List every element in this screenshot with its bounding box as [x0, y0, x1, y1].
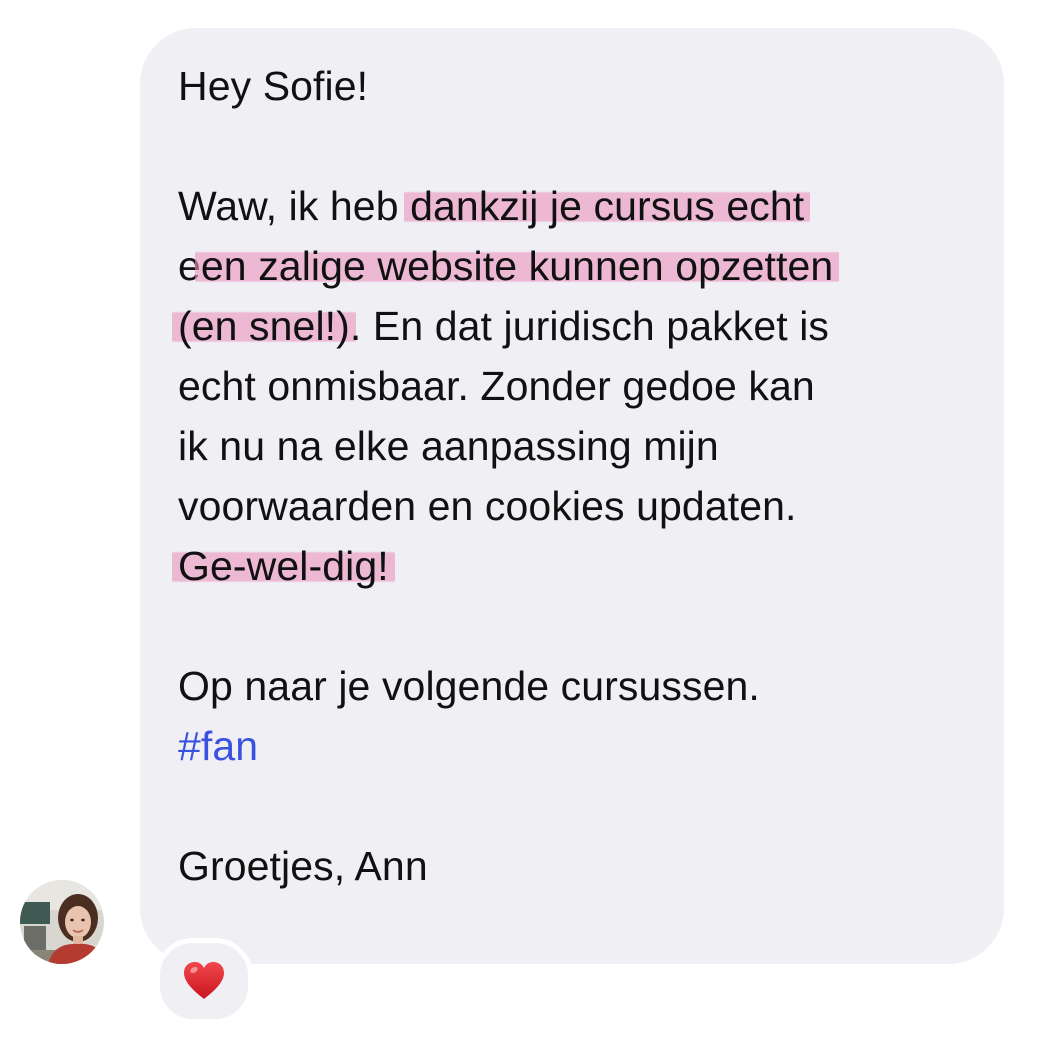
message-line: een zalige website kunnen opzetten	[178, 236, 978, 296]
highlighted-text: dankzij je cursus echt	[404, 183, 811, 229]
hashtag-link[interactable]: #fan	[178, 723, 258, 769]
message-text: Hey Sofie! Waw, ik heb dankzij je cursus…	[172, 56, 978, 896]
text-segment: . En dat juridisch pakket is	[349, 303, 830, 349]
message-line: Waw, ik heb dankzij je cursus echt	[178, 176, 978, 236]
message-line: Op naar je volgende cursussen.	[178, 663, 760, 709]
highlighted-text: (en snel!)	[172, 303, 356, 349]
highlighted-text: Ge-wel-dig!	[172, 543, 395, 589]
text-segment: Waw, ik heb	[178, 183, 411, 229]
highlighted-text: en zalige website kunnen opzetten	[194, 243, 840, 289]
reaction-badge[interactable]	[155, 938, 253, 1024]
message-line: #fan	[178, 716, 978, 776]
message-line: Ge-wel-dig!	[172, 536, 978, 596]
message-line: voorwaarden en cookies updaten.	[178, 483, 797, 529]
heart-icon	[184, 962, 224, 999]
greeting-line: Hey Sofie!	[178, 63, 369, 109]
message-line: (en snel!). En dat juridisch pakket is	[172, 296, 978, 356]
sender-avatar[interactable]	[20, 880, 104, 964]
message-line: echt onmisbaar. Zonder gedoe kan	[178, 363, 815, 409]
avatar-photo	[20, 880, 104, 964]
message-line: ik nu na elke aanpassing mijn	[178, 423, 719, 469]
signoff-line: Groetjes, Ann	[178, 843, 428, 889]
